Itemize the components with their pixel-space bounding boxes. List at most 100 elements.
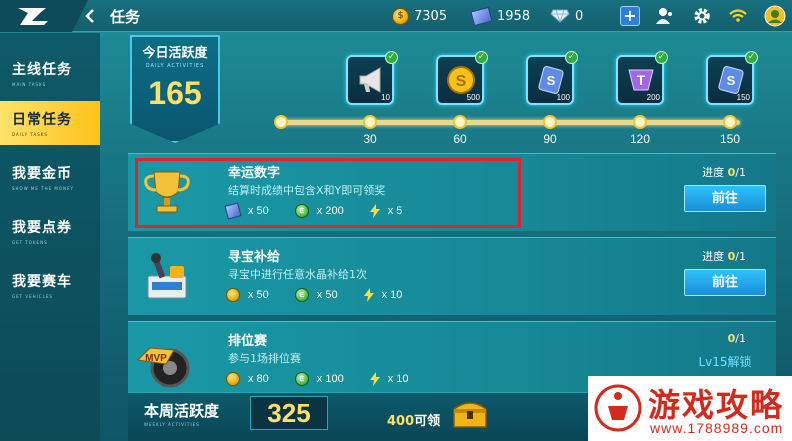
sidebar-item-sublabel: MAIN TASKS — [12, 82, 47, 87]
claimed-check-icon: ✓ — [385, 51, 398, 64]
svg-text:MVP: MVP — [145, 353, 167, 364]
weekly-claim-label: 400可领 — [387, 410, 440, 429]
reward-item: x 10 — [363, 288, 403, 302]
bolt-icon — [369, 372, 380, 386]
milestone-reward-120[interactable]: T 200 ✓ — [616, 51, 668, 105]
sidebar-item-get-coins[interactable]: 我要金币 SHOW ME THE MONEY — [0, 155, 100, 201]
sidebar-item-get-vehicles[interactable]: 我要赛车 GET VEHICLES — [0, 263, 100, 309]
reward-count: 200 — [646, 93, 660, 102]
mvp-tire-icon: MVP — [136, 347, 190, 388]
reward-amount: x 100 — [316, 373, 344, 385]
watermark-url: www.1788989.com — [650, 420, 784, 436]
gold-coin-icon — [226, 288, 240, 302]
s-card-icon: S — [538, 65, 564, 95]
progress-total: /1 — [735, 250, 746, 263]
milestone-reward-90[interactable]: S 100 ✓ — [526, 51, 578, 105]
reward-item: E x 100 — [294, 372, 344, 386]
s-card-icon: S — [718, 65, 744, 95]
reward-amount: x 10 — [387, 373, 409, 385]
threshold-label: 150 — [719, 132, 741, 146]
sidebar-item-get-tokens[interactable]: 我要点券 GET TOKENS — [0, 209, 100, 255]
gold-coin-icon: $ — [392, 7, 409, 25]
gem-count: 0 — [575, 8, 584, 24]
weekly-activity-sub: WEEKLY ACTIVITIES — [144, 422, 200, 427]
claim-text: 可领 — [414, 414, 441, 429]
go-button[interactable]: 前往 — [684, 185, 766, 212]
unlock-level-label: Lv15解锁 — [698, 355, 752, 369]
page-title: 任务 — [110, 8, 141, 26]
coin-balance: $ 7305 — [392, 6, 447, 26]
e-coin-icon: E — [294, 288, 309, 302]
diamond-icon — [550, 9, 570, 23]
bolt-icon — [363, 288, 374, 302]
task-title: 寻宝补给 — [228, 250, 281, 265]
svg-text:T: T — [637, 72, 646, 88]
claimed-check-icon: ✓ — [475, 51, 488, 64]
task-description: 参与1场排位赛 — [228, 352, 301, 365]
threshold-label: 60 — [453, 132, 467, 146]
reward-count: 100 — [556, 93, 570, 102]
threshold-label: 30 — [363, 132, 377, 146]
reward-count: 500 — [466, 93, 480, 102]
sidebar-item-label: 日常任务 — [12, 112, 72, 128]
daily-activity-title: 今日活跃度 — [142, 46, 208, 61]
coin-count: 7305 — [414, 8, 448, 24]
task-description: 寻宝中进行任意水晶补给1次 — [228, 268, 367, 281]
reward-item: x 50 — [226, 288, 269, 302]
friends-icon[interactable] — [654, 6, 674, 26]
track-start-node — [274, 115, 288, 129]
progress-total: /1 — [735, 166, 746, 179]
red-highlight-box — [135, 158, 521, 228]
reward-amount: x 50 — [316, 289, 338, 301]
svg-text:S: S — [456, 73, 467, 90]
gold-coin-icon — [226, 372, 240, 386]
back-chevron-icon[interactable] — [82, 8, 98, 24]
player-avatar-icon[interactable] — [764, 5, 786, 27]
sidebar-item-sublabel: SHOW ME THE MONEY — [12, 186, 74, 191]
reward-count: 10 — [381, 93, 390, 102]
reward-count: 150 — [736, 93, 750, 102]
daily-activity-sub: DAILY ACTIVITIES — [145, 63, 205, 69]
gem-balance: 0 — [550, 6, 583, 26]
task-card-treasure-supply: 寻宝补给 寻宝中进行任意水晶补给1次 x 50 E x 50 x 10 进度 0… — [128, 237, 776, 315]
reward-amount: x 80 — [248, 373, 269, 385]
top-bar: 任务 $ 7305 1958 0 + — [0, 0, 792, 32]
sidebar: 主线任务 MAIN TASKS 日常任务 DAILY TASKS 我要金币 SH… — [0, 33, 100, 441]
sidebar-item-sublabel: DAILY TASKS — [12, 132, 48, 137]
e-coin-icon: E — [294, 372, 309, 386]
task-progress: 0/1 — [728, 332, 746, 345]
sidebar-item-label: 我要金币 — [12, 166, 72, 182]
sidebar-item-main-tasks[interactable]: 主线任务 MAIN TASKS — [0, 51, 100, 97]
reward-amount: x 50 — [248, 289, 269, 301]
sidebar-item-label: 我要点券 — [12, 220, 72, 236]
track-node-150 — [723, 115, 737, 129]
ticket-balance: 1958 — [470, 6, 531, 26]
reward-amount: x 10 — [381, 289, 403, 301]
sidebar-item-sublabel: GET VEHICLES — [12, 294, 53, 299]
claimed-check-icon: ✓ — [655, 51, 668, 64]
speed-logo-icon — [18, 8, 48, 25]
treasure-chest-icon[interactable] — [450, 395, 490, 431]
weekly-activity-title: 本周活跃度 — [144, 402, 220, 420]
progress-total: /1 — [735, 332, 746, 345]
t-gem-icon: T — [628, 69, 654, 91]
milestone-reward-30[interactable]: 10 ✓ — [346, 51, 398, 105]
sidebar-item-label: 主线任务 — [12, 62, 72, 78]
claim-amount: 400 — [387, 414, 415, 429]
go-button[interactable]: 前往 — [684, 269, 766, 296]
milestone-reward-60[interactable]: S 500 ✓ — [436, 51, 488, 105]
daily-activity-badge: 今日活跃度 DAILY ACTIVITIES 165 — [130, 35, 220, 143]
gold-coin-icon: S — [447, 66, 475, 94]
settings-gear-icon[interactable] — [692, 6, 712, 26]
milestone-reward-150[interactable]: S 150 ✓ — [706, 51, 758, 105]
track-node-60 — [453, 115, 467, 129]
add-currency-button[interactable]: + — [620, 6, 640, 26]
progress-label: 进度 — [702, 250, 725, 263]
svg-text:S: S — [547, 73, 556, 88]
track-node-30 — [363, 115, 377, 129]
sidebar-item-daily-tasks[interactable]: 日常任务 DAILY TASKS — [0, 101, 100, 145]
track-node-120 — [633, 115, 647, 129]
sidebar-item-sublabel: GET TOKENS — [12, 240, 48, 245]
game-logo — [0, 0, 88, 32]
ticket-count: 1958 — [497, 8, 531, 24]
